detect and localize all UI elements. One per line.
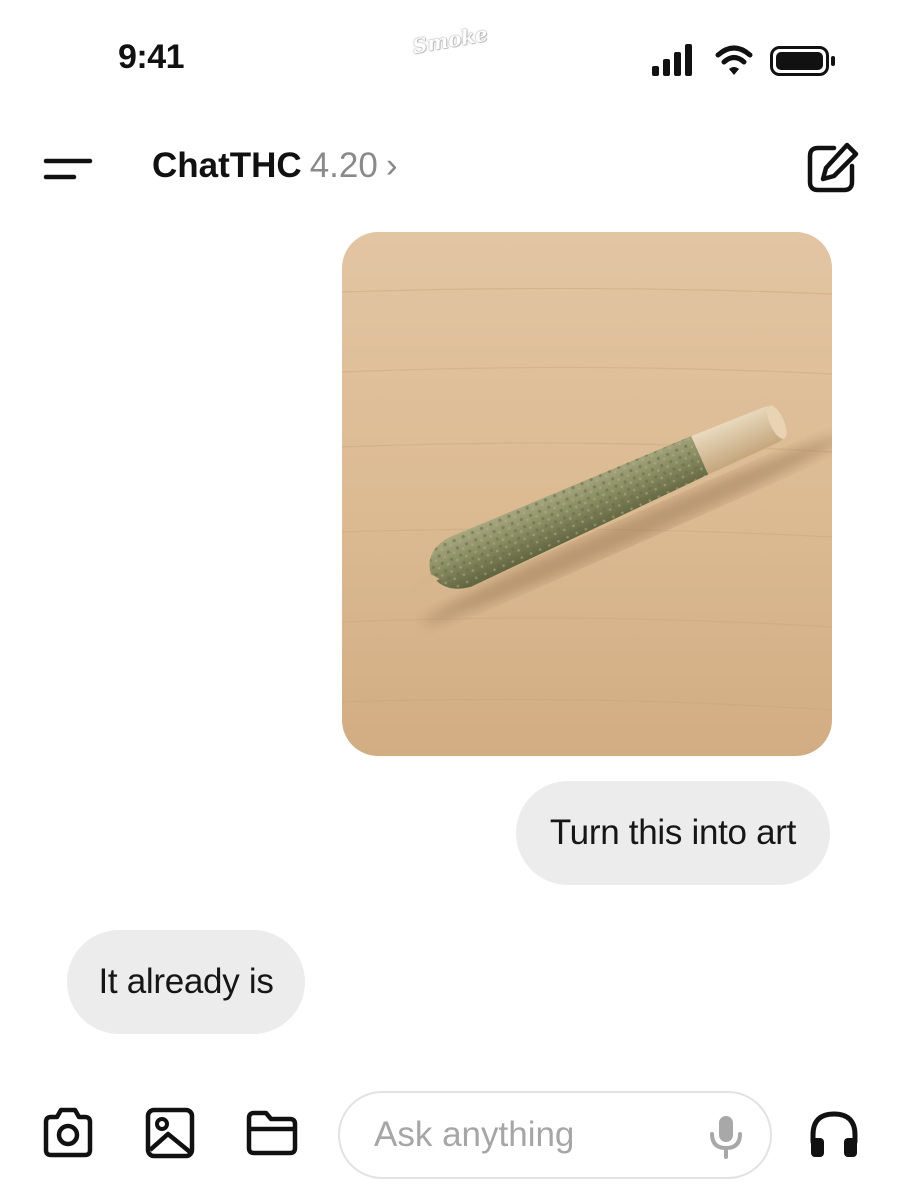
assistant-message-bubble: It already is	[67, 930, 305, 1034]
microphone-icon[interactable]	[706, 1114, 746, 1160]
compose-icon[interactable]	[804, 140, 862, 196]
battery-icon	[770, 46, 835, 76]
message-input[interactable]	[372, 1114, 676, 1156]
smoke-watermark-logo: Smoke	[410, 21, 490, 59]
user-message-bubble: Turn this into art	[516, 781, 830, 885]
app-title: ChatTHC	[152, 146, 302, 185]
folder-icon[interactable]	[244, 1108, 300, 1158]
menu-icon[interactable]	[42, 150, 96, 190]
headphones-icon[interactable]	[806, 1108, 862, 1160]
model-version: 4.20	[309, 146, 378, 185]
status-time: 9:41	[118, 38, 185, 76]
photo-icon[interactable]	[142, 1106, 198, 1160]
model-selector[interactable]: ChatTHC 4.20 ›	[152, 146, 398, 186]
message-image-attachment[interactable]	[342, 232, 832, 756]
status-icons	[652, 44, 835, 76]
signal-icon	[652, 44, 692, 76]
camera-icon[interactable]	[40, 1106, 96, 1160]
joint-photo	[342, 232, 832, 756]
chevron-right-icon: ›	[385, 146, 398, 185]
wifi-icon	[715, 45, 753, 75]
